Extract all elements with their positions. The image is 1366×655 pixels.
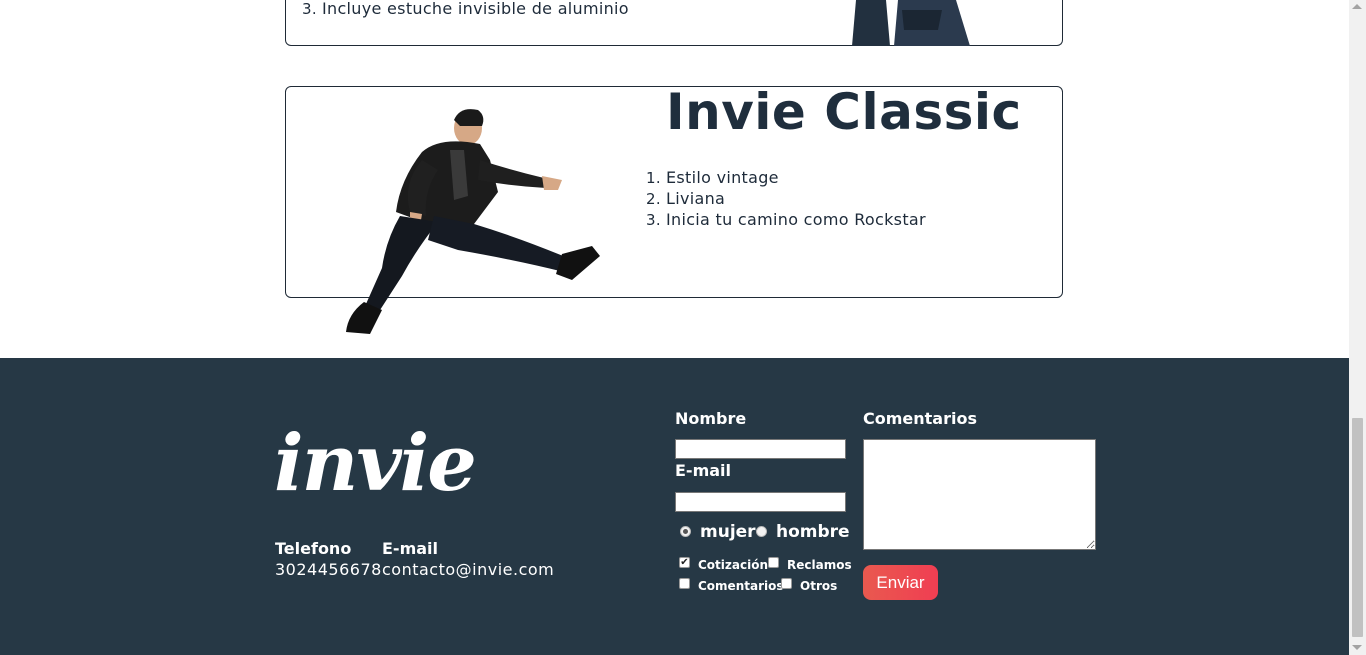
svg-text:invie: invie [274, 420, 475, 500]
scroll-down-arrow-icon[interactable] [1352, 645, 1362, 650]
gender-radio-mujer[interactable] [680, 526, 691, 537]
vertical-scrollbar[interactable] [1349, 0, 1366, 655]
scroll-thumb[interactable] [1352, 418, 1363, 637]
topic-checkbox-reclamos[interactable] [768, 557, 779, 568]
topic-label-reclamos: Reclamos [787, 558, 852, 572]
feature-list-previous: Incluye estuche invisible de aluminio [298, 0, 629, 19]
email-value[interactable]: contacto@invie.com [382, 559, 554, 580]
comments-label: Comentarios [863, 409, 977, 428]
feature-item: Estilo vintage [666, 167, 926, 188]
name-label: Nombre [675, 409, 747, 428]
feature-item: Inicia tu camino como Rockstar [666, 209, 926, 230]
send-button[interactable]: Enviar [863, 565, 938, 600]
comments-textarea[interactable] [863, 439, 1096, 550]
gender-radio-hombre[interactable] [756, 526, 767, 537]
phone-value: 3024456678 [275, 560, 382, 579]
invie-logo[interactable]: invie [274, 420, 494, 500]
email-block: E-mail contacto@invie.com [382, 538, 554, 580]
topic-checkbox-comentarios[interactable] [679, 578, 690, 589]
email-form-label: E-mail [675, 461, 732, 480]
jumping-guitarist-image [346, 109, 600, 334]
phone-label: Telefono [275, 539, 352, 558]
phone-block: Telefono 3024456678 [275, 538, 382, 580]
gender-label-hombre: hombre [776, 522, 850, 542]
name-input[interactable] [675, 439, 846, 459]
guitarist-legs-image [852, 0, 970, 46]
topic-label-comentarios: Comentarios [698, 579, 784, 593]
feature-list-classic: Estilo vintage Liviana Inicia tu camino … [642, 167, 926, 230]
topic-label-cotizacion: Cotización [698, 558, 768, 572]
feature-item: Incluye estuche invisible de aluminio [322, 0, 629, 19]
email-label: E-mail [382, 539, 439, 558]
topic-checkbox-otros[interactable] [781, 578, 792, 589]
scroll-up-arrow-icon[interactable] [1352, 4, 1362, 9]
product-title: Invie Classic [666, 83, 1022, 141]
product-card-previous: Incluye estuche invisible de aluminio [285, 0, 1063, 46]
topic-checkbox-cotizacion[interactable]: ✔ [679, 557, 690, 568]
topic-label-otros: Otros [800, 579, 838, 593]
email-input[interactable] [675, 492, 846, 512]
page: Incluye estuche invisible de aluminio In… [0, 0, 1349, 655]
gender-label-mujer: mujer [700, 522, 756, 542]
feature-item: Liviana [666, 188, 926, 209]
